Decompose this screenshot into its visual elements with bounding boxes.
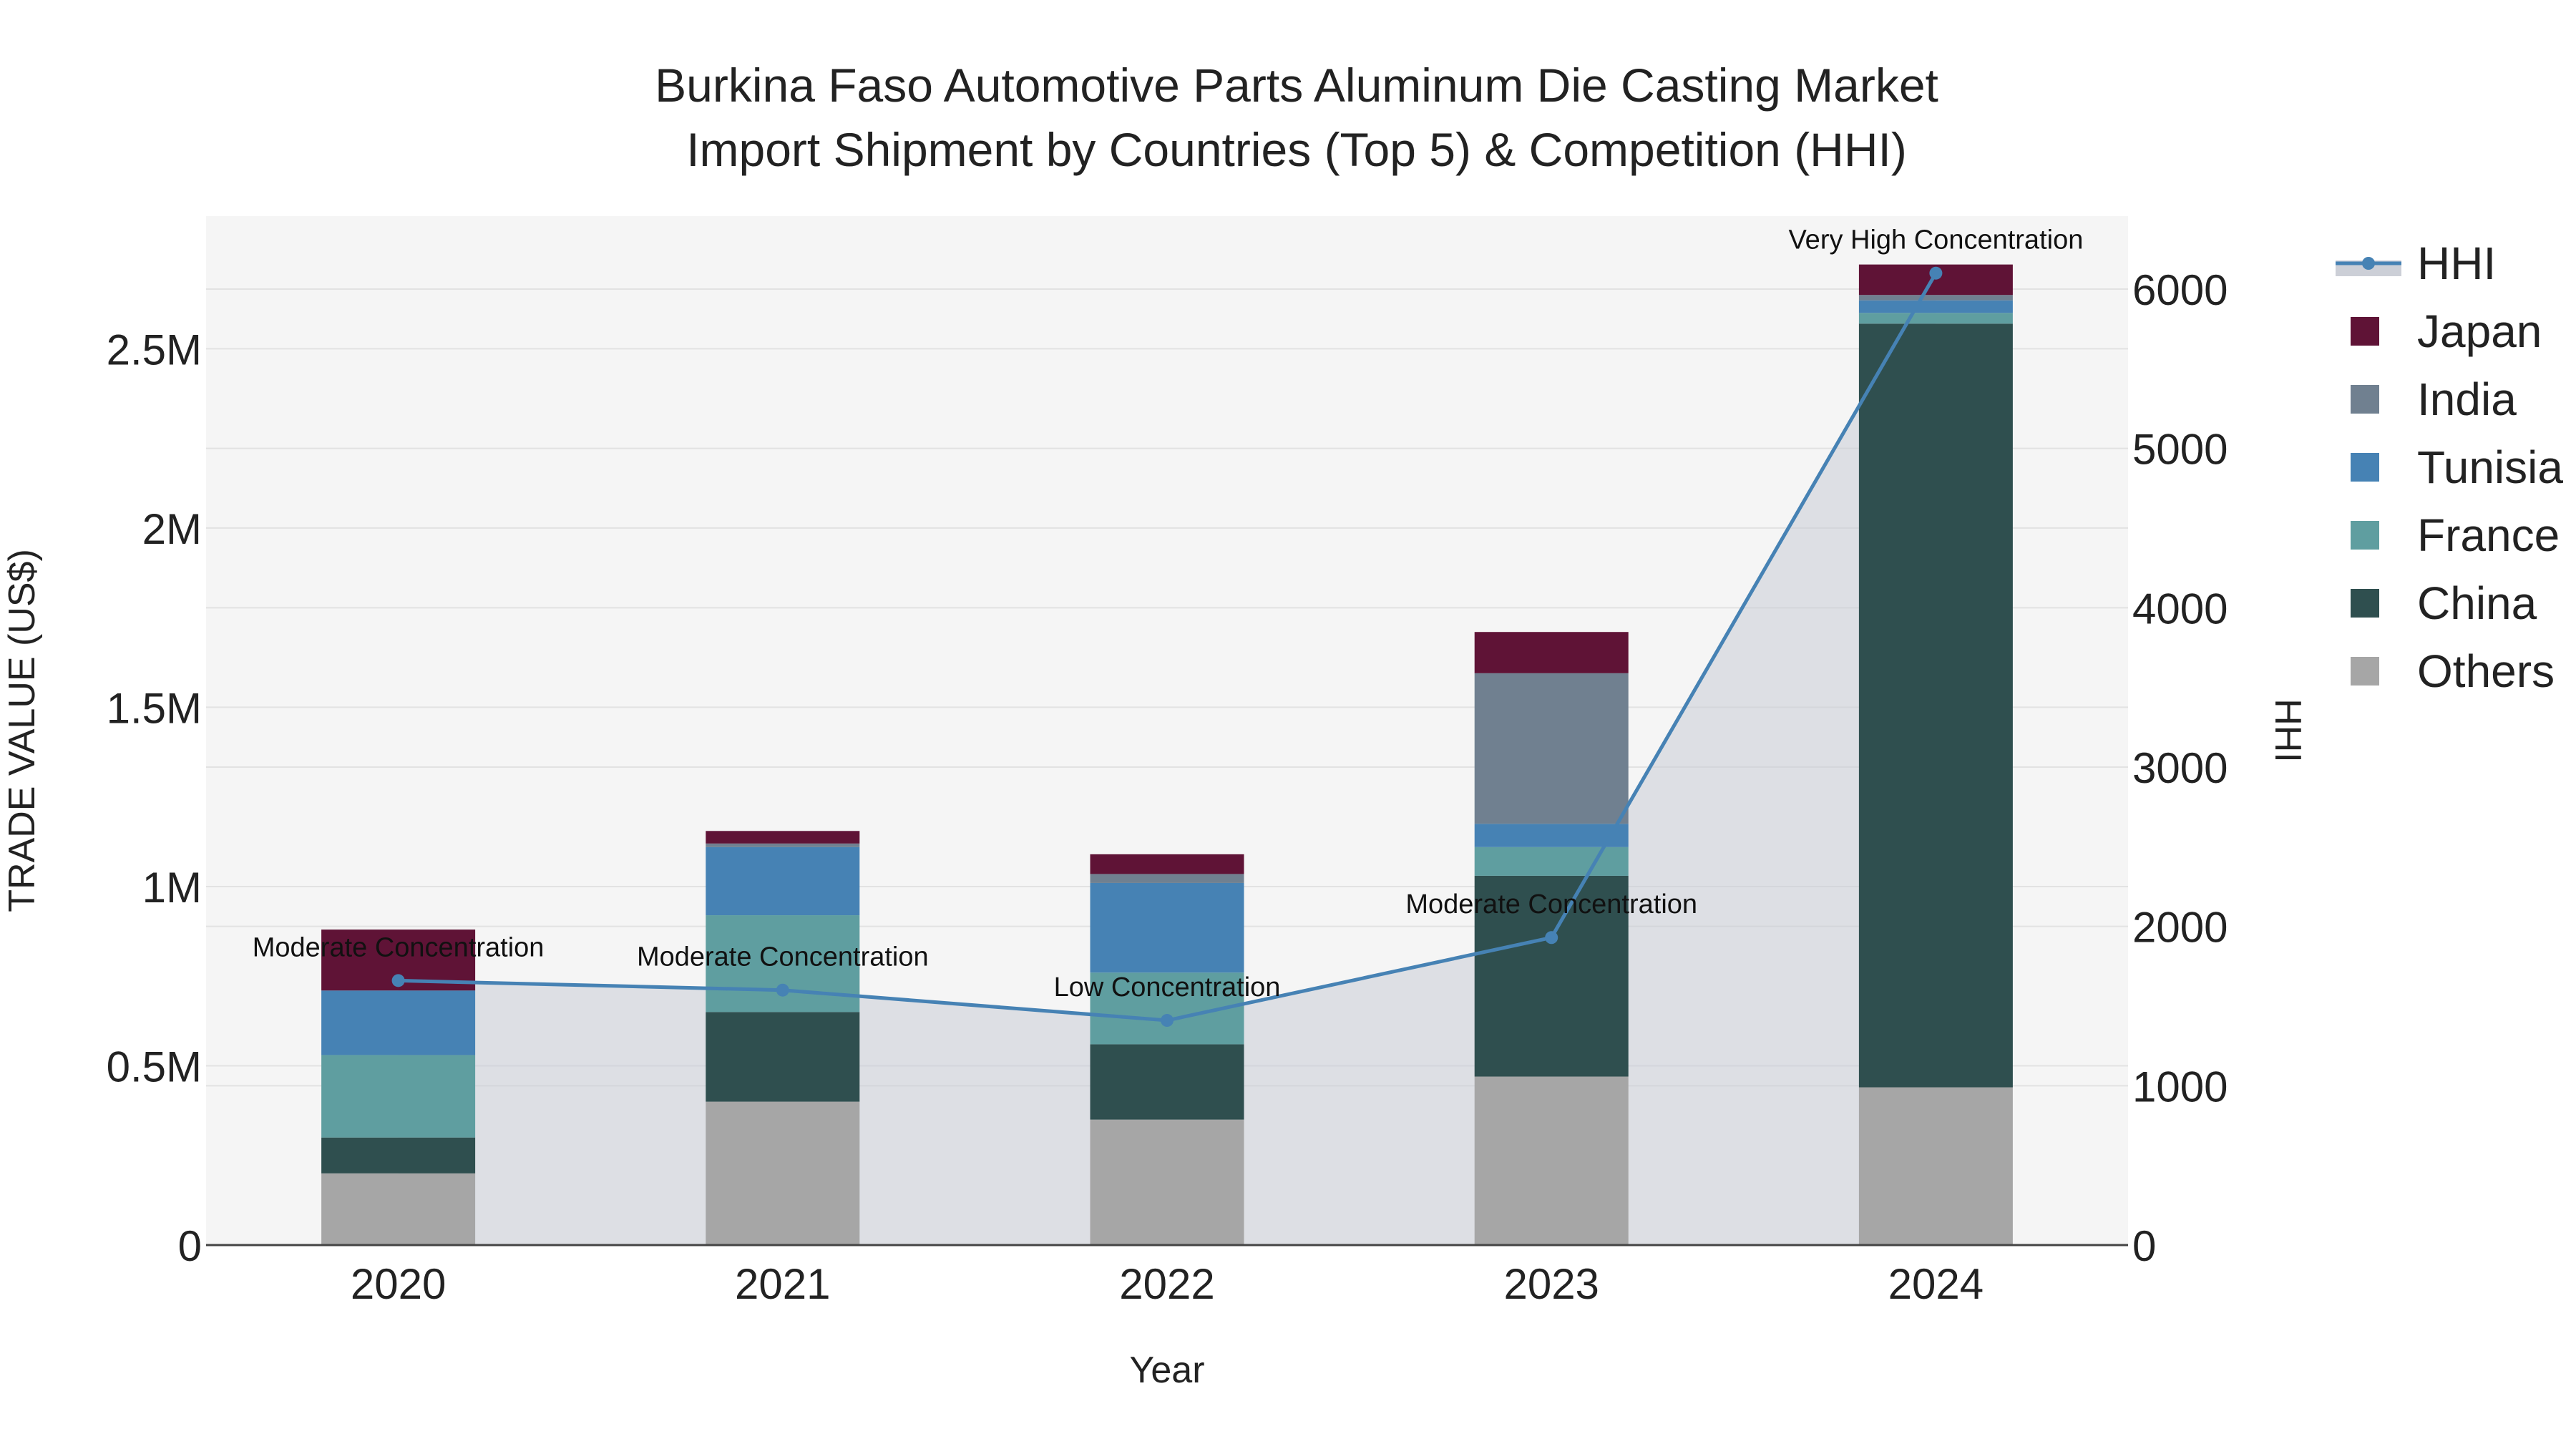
legend-swatch-japan [2351, 317, 2379, 346]
legend-item-hhi[interactable]: HHI [2336, 238, 2496, 289]
y-tick-label: 0.5M [107, 1043, 202, 1091]
legend-swatch-china [2351, 589, 2379, 618]
bar-france-2024 [1858, 313, 2013, 324]
legend-swatch-tunisia [2351, 453, 2379, 482]
legend-label-others: Others [2417, 645, 2555, 697]
legend: HHI Japan India Tunisia France China Others [2336, 238, 2563, 697]
bar-france-2020 [321, 1055, 476, 1138]
legend-label-india: India [2417, 374, 2517, 425]
bar-china-2022 [1090, 1044, 1244, 1120]
y2-tick-label: 0 [2132, 1222, 2156, 1270]
bar-india-2021 [706, 843, 860, 847]
hhi-annotation-2022: Low Concentration [1054, 972, 1281, 1002]
y2-tick-label: 1000 [2132, 1063, 2228, 1111]
y2-axis-ticks: 0 1000 2000 3000 4000 5000 6000 [2132, 266, 2228, 1270]
chart-title-line-2: Import Shipment by Countries (Top 5) & C… [686, 123, 1907, 176]
bar-others-2020 [321, 1173, 476, 1245]
bar-others-2022 [1090, 1119, 1244, 1245]
bar-china-2024 [1858, 323, 2013, 1088]
bar-tunisia-2021 [706, 847, 860, 916]
y2-tick-label: 3000 [2132, 744, 2228, 792]
y-axis-label: TRADE VALUE (US$) [1, 549, 43, 912]
legend-swatch-others [2351, 657, 2379, 686]
legend-item-japan[interactable]: Japan [2351, 306, 2542, 357]
hhi-annotation-2020: Moderate Concentration [253, 932, 545, 962]
x-tick-label-2021: 2021 [735, 1260, 830, 1308]
y-tick-label: 1M [142, 864, 202, 912]
x-axis-ticks: 2020 2021 2022 2023 2024 [351, 1260, 1984, 1308]
legend-label-france: France [2417, 509, 2560, 561]
x-tick-label-2022: 2022 [1119, 1260, 1214, 1308]
y2-tick-label: 2000 [2132, 904, 2228, 952]
legend-item-others[interactable]: Others [2351, 645, 2555, 697]
y2-tick-label: 5000 [2132, 426, 2228, 474]
bar-others-2023 [1474, 1076, 1629, 1245]
legend-label-tunisia: Tunisia [2417, 441, 2563, 493]
bar-china-2020 [321, 1137, 476, 1174]
hhi-annotation-2021: Moderate Concentration [637, 942, 929, 972]
y2-axis-label: HHI [2267, 698, 2308, 763]
bar-japan-2023 [1474, 632, 1629, 673]
legend-label-hhi: HHI [2417, 238, 2496, 289]
y2-tick-label: 6000 [2132, 266, 2228, 314]
y-tick-label: 2.5M [107, 326, 202, 374]
bar-france-2023 [1474, 847, 1629, 876]
bar-india-2024 [1858, 295, 2013, 301]
bar-tunisia-2022 [1090, 882, 1244, 973]
y-tick-label: 0 [178, 1222, 202, 1270]
x-tick-label-2020: 2020 [351, 1260, 446, 1308]
hhi-annotation-2024: Very High Concentration [1788, 225, 2083, 255]
hhi-point-2024 [1929, 266, 1943, 280]
x-tick-label-2024: 2024 [1888, 1260, 1984, 1308]
bar-india-2022 [1090, 874, 1244, 883]
hhi-annotation-2023: Moderate Concentration [1405, 889, 1697, 919]
y-axis-ticks: 0 0.5M 1M 1.5M 2M 2.5M [107, 326, 202, 1270]
bar-others-2024 [1858, 1087, 2013, 1245]
x-axis-label: Year [1129, 1350, 1204, 1391]
chart-canvas: Burkina Faso Automotive Parts Aluminum D… [1, 59, 2563, 1391]
legend-item-india[interactable]: India [2351, 374, 2517, 425]
bar-tunisia-2024 [1858, 300, 2013, 313]
hhi-point-2022 [1161, 1014, 1174, 1028]
hhi-point-2021 [776, 983, 789, 997]
bar-india-2023 [1474, 673, 1629, 824]
bar-tunisia-2020 [321, 990, 476, 1055]
bar-china-2021 [706, 1012, 860, 1102]
legend-label-china: China [2417, 577, 2537, 629]
legend-item-france[interactable]: France [2351, 509, 2560, 561]
bar-japan-2021 [706, 831, 860, 844]
hhi-point-2023 [1545, 931, 1558, 945]
y-tick-label: 1.5M [107, 684, 202, 732]
y2-tick-label: 4000 [2132, 585, 2228, 633]
legend-item-tunisia[interactable]: Tunisia [2351, 441, 2563, 493]
legend-item-china[interactable]: China [2351, 577, 2537, 629]
legend-swatch-india [2351, 385, 2379, 414]
bar-japan-2022 [1090, 854, 1244, 874]
legend-label-japan: Japan [2417, 306, 2542, 357]
hhi-point-2020 [391, 974, 405, 987]
bar-others-2021 [706, 1101, 860, 1245]
chart-title-line-1: Burkina Faso Automotive Parts Aluminum D… [655, 59, 1938, 112]
legend-swatch-hhi-marker [2362, 257, 2375, 270]
legend-swatch-france [2351, 521, 2379, 550]
y-tick-label: 2M [142, 505, 202, 553]
x-tick-label-2023: 2023 [1503, 1260, 1599, 1308]
